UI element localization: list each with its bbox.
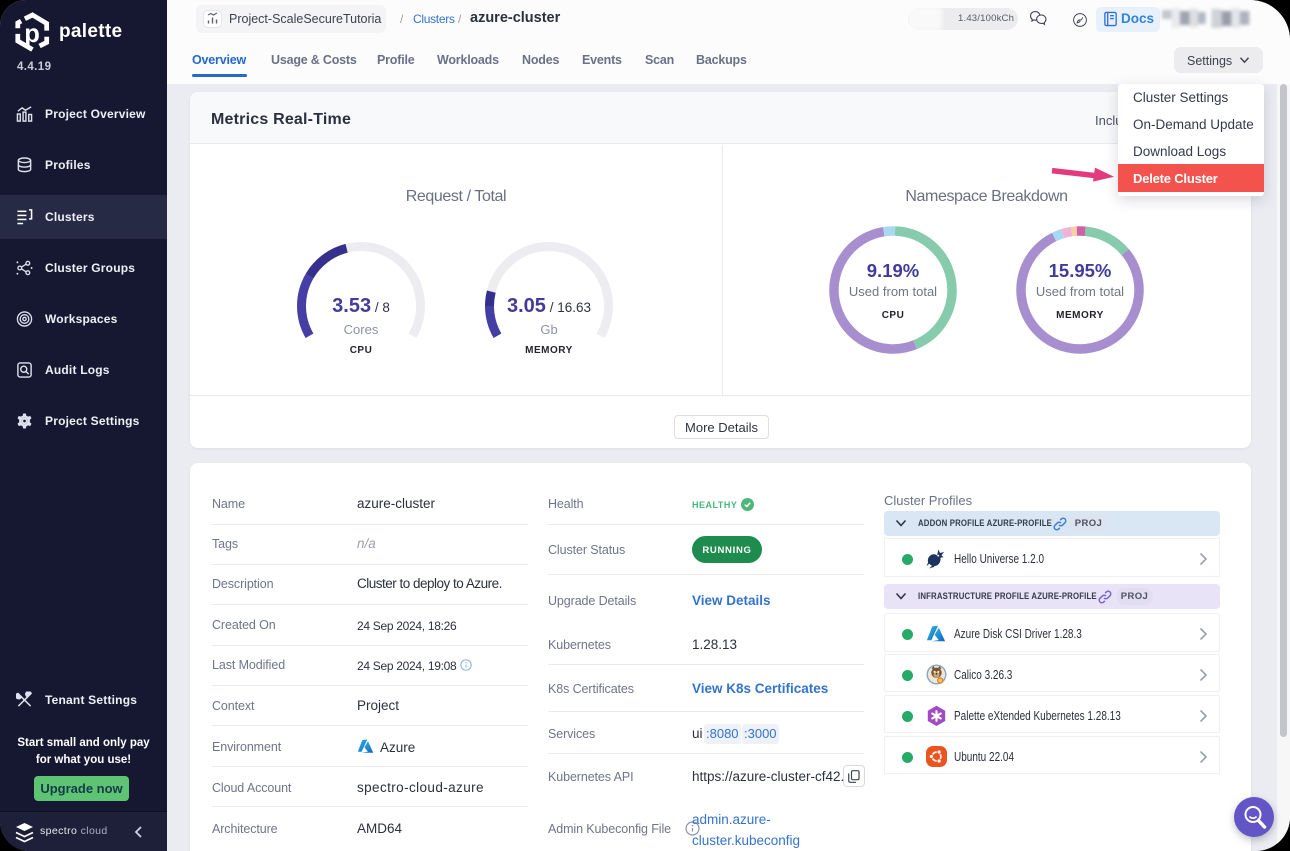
svg-text:p: p — [24, 20, 40, 48]
